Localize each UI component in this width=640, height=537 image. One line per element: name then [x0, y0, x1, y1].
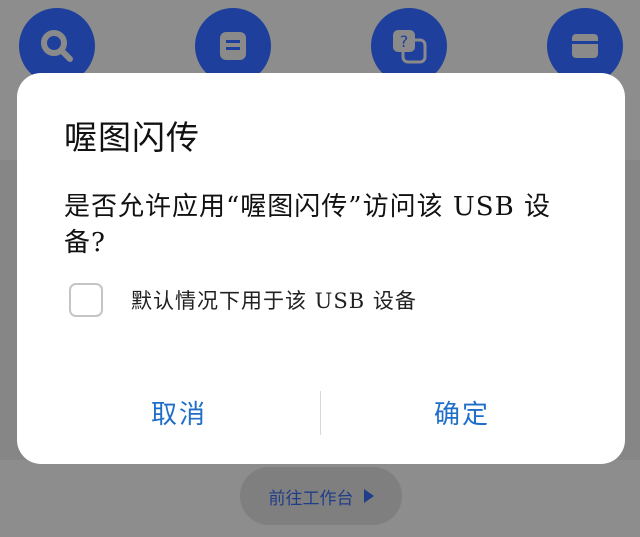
go-to-workbench-button[interactable]: 前往工作台 [240, 467, 402, 525]
dialog-title: 喔图闪传 [64, 118, 200, 157]
cancel-button[interactable]: 取消 [59, 385, 299, 439]
play-arrow-icon [363, 489, 374, 503]
dialog-message: 是否允许应用“喔图闪传”访问该 USB 设备? [64, 192, 551, 258]
workbench-label: 前往工作台 [268, 488, 354, 509]
checkbox-label: 默认情况下用于该 USB 设备 [131, 289, 417, 313]
default-usb-checkbox[interactable] [69, 283, 103, 317]
confirm-button[interactable]: 确定 [342, 385, 582, 439]
usb-permission-dialog: 喔图闪传 是否允许应用“喔图闪传”访问该 USB 设备? 默认情况下用于该 US… [17, 73, 625, 464]
svg-text:?: ? [400, 32, 409, 51]
default-usb-checkbox-row[interactable]: 默认情况下用于该 USB 设备 [69, 283, 417, 317]
button-divider [320, 391, 321, 435]
